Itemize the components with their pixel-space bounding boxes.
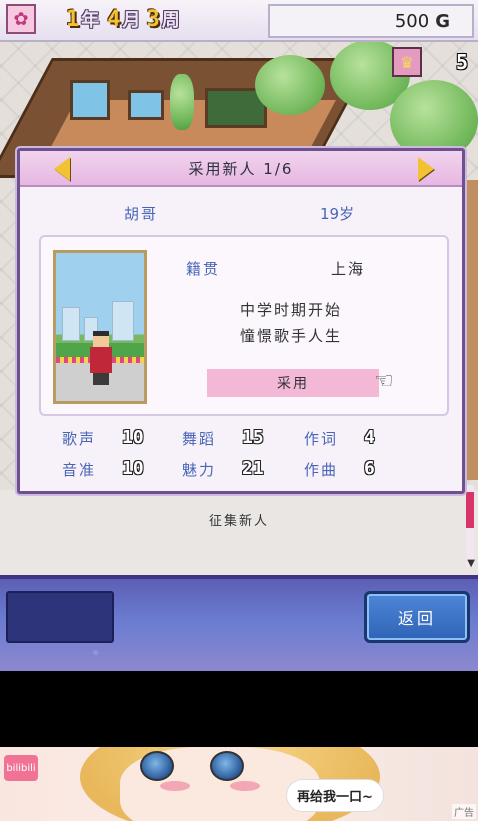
stat-label: 歌声 <box>62 430 97 448</box>
stat-value: 6 <box>364 458 375 479</box>
money-unit: G <box>435 10 450 32</box>
bottom-bar: 返回 <box>0 575 478 671</box>
week-unit: 周 <box>161 10 180 31</box>
scroll-down-icon[interactable]: ▼ <box>467 558 475 569</box>
ad-character-blush <box>160 781 190 791</box>
stat-value: 4 <box>364 427 375 448</box>
month-unit: 月 <box>122 10 141 31</box>
ad-character-eye <box>140 751 174 781</box>
candidate-info-row: 胡哥 19岁 <box>20 203 462 225</box>
candidate-age: 19岁 <box>320 205 355 223</box>
stat-value: 15 <box>242 427 264 448</box>
month-value: 4 <box>107 7 121 32</box>
week-value: 3 <box>146 7 160 32</box>
ad-character-eye <box>210 751 244 781</box>
hire-button[interactable]: 采用 <box>207 369 379 397</box>
dialog-title: 采用新人 1/6 <box>188 159 294 178</box>
origin-label: 籍贯 <box>186 260 221 278</box>
stat-label: 舞蹈 <box>182 430 217 448</box>
portrait-building <box>112 301 134 341</box>
stat-label: 魅力 <box>182 461 217 479</box>
scene-tree <box>255 55 325 115</box>
arrow-right-icon[interactable] <box>418 157 434 181</box>
return-button[interactable]: 返回 <box>364 591 470 643</box>
stat-value: 10 <box>122 458 144 479</box>
stat-label: 音准 <box>62 461 97 479</box>
candidate-portrait <box>53 250 147 404</box>
ad-banner[interactable]: bilibili 再给我一口~ 广告 <box>0 747 478 821</box>
dialog-titlebar: 采用新人 1/6 <box>20 151 462 187</box>
stat-value: 10 <box>122 427 144 448</box>
ad-character-blush <box>230 781 260 791</box>
scene-window <box>128 90 164 120</box>
money-value: 500 <box>394 10 430 32</box>
portrait-building <box>62 307 80 341</box>
candidate-name: 胡哥 <box>124 205 159 223</box>
scrollbar-thumb[interactable] <box>466 492 474 528</box>
trophy-icon[interactable]: ♛ <box>392 47 422 77</box>
portrait-person-legs <box>93 373 109 385</box>
candidate-description: 中学时期开始 憧憬歌手人生 <box>201 297 381 349</box>
stat-label: 作曲 <box>304 461 339 479</box>
top-hud: ✿ 1 年 4 月 3 周 500 G <box>0 0 478 42</box>
description-line-1: 中学时期开始 <box>239 301 342 319</box>
flower-icon[interactable]: ✿ <box>6 4 36 34</box>
recruit-dialog: 采用新人 1/6 胡哥 19岁 籍贯 上海 中学时期开始 憧憬歌手人生 采用 ☜… <box>17 148 465 494</box>
empty-slot <box>6 591 114 643</box>
ad-logo: bilibili <box>4 755 38 781</box>
money-display: 500 G <box>268 4 474 38</box>
candidate-card: 籍贯 上海 中学时期开始 憧憬歌手人生 采用 ☜ <box>39 235 449 416</box>
portrait-person-body <box>90 347 112 373</box>
ad-tag[interactable]: 广告 <box>452 804 476 819</box>
scene-window <box>70 80 110 120</box>
stat-value: 21 <box>242 458 264 479</box>
portrait-person-head <box>93 331 109 347</box>
year-unit: 年 <box>81 10 100 31</box>
trophy-count: 5 <box>456 50 469 74</box>
scene-plant <box>170 74 194 130</box>
game-date: 1 年 4 月 3 周 <box>66 6 180 32</box>
notice-text: 征集新人 <box>208 514 269 529</box>
description-line-2: 憧憬歌手人生 <box>239 327 342 345</box>
stats-grid: 歌声 10 舞蹈 15 作词 4 音准 10 魅力 21 作曲 6 <box>62 428 422 480</box>
arrow-left-icon[interactable] <box>54 157 70 181</box>
scene-lower-area <box>0 490 478 575</box>
year-value: 1 <box>66 7 80 32</box>
pointing-hand-icon: ☜ <box>374 369 394 394</box>
ad-speech-bubble: 再给我一口~ <box>286 779 384 812</box>
stat-label: 作词 <box>304 430 339 448</box>
origin-value: 上海 <box>331 260 366 278</box>
